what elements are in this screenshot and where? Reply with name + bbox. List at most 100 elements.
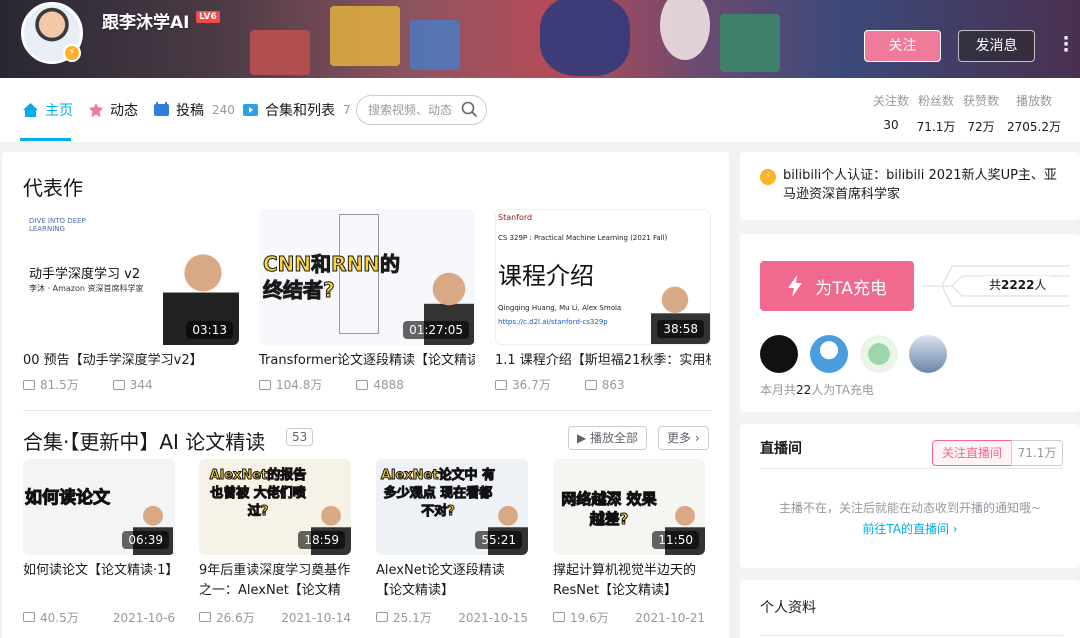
- live-room-title: 直播间: [760, 441, 802, 457]
- banner-gift-decoration: [330, 6, 400, 66]
- tab-collections-label: 合集和列表: [265, 103, 335, 119]
- video-duration: 01:27:05: [403, 321, 469, 339]
- certification-card: ⚡ bilibili个人认证：bilibili 2021新人奖UP主、亚马逊资深…: [740, 152, 1080, 220]
- lightning-icon: [788, 275, 803, 297]
- follow-button[interactable]: 关注: [864, 30, 941, 62]
- charger-avatar[interactable]: [810, 335, 848, 373]
- video-thumbnail[interactable]: AlexNet论文中 有多少观点 现在看都不对? 55:21: [376, 459, 528, 555]
- video-thumbnail[interactable]: 网络越深 效果越差? 11:50: [553, 459, 705, 555]
- divider: [760, 468, 1063, 469]
- banner-gift-decoration: [410, 20, 460, 70]
- thumb-title: 如何读论文: [25, 488, 111, 509]
- stat-plays-value: 2705.2万: [1007, 120, 1061, 134]
- section-divider: [23, 410, 712, 411]
- stat-following[interactable]: 关注数 30: [872, 92, 910, 132]
- tab-home[interactable]: 主页: [22, 100, 73, 120]
- profile-info-title: 个人资料: [760, 600, 816, 616]
- more-button[interactable]: 更多 ›: [658, 426, 709, 450]
- live-status-text: 主播不在，关注后就能在动态收到开播的通知哦~: [778, 501, 1042, 515]
- collection-title[interactable]: 合集·【更新中】AI 论文精读: [23, 426, 265, 455]
- publish-date: 2021-10-6: [112, 610, 175, 625]
- video-title[interactable]: 1.1 课程介绍【斯坦福21秋季：实用机器: [495, 353, 711, 369]
- view-count: 19.6万: [570, 611, 609, 625]
- charge-button[interactable]: 为TA充电: [760, 261, 914, 311]
- charge-total-suffix: 人: [1034, 278, 1047, 292]
- tab-dynamics-label: 动态: [110, 103, 138, 119]
- play-count-icon: [495, 379, 507, 390]
- thumb-title: 动手学深度学习 v2: [29, 267, 141, 282]
- video-card[interactable]: CNN和RNN的终结者? 01:27:05 Transformer论文逐段精读【…: [259, 209, 475, 393]
- charge-button-label: 为TA充电: [815, 278, 887, 299]
- video-title[interactable]: 00 预告【动手学深度学习v2】: [23, 353, 239, 369]
- banner-gift-decoration: [720, 14, 780, 72]
- verified-icon: ⚡: [760, 169, 776, 185]
- danmaku-count: 4888: [373, 377, 404, 392]
- charge-total-count: 2222: [1001, 278, 1035, 292]
- thumb-title: 课程介绍: [498, 262, 594, 290]
- video-card[interactable]: Stanford CS 329P : Practical Machine Lea…: [495, 209, 711, 393]
- tab-collections[interactable]: 合集和列表 7: [242, 100, 351, 120]
- collection-count-badge: 53: [286, 428, 314, 446]
- goto-live-label: 前往TA的直播间: [862, 522, 949, 536]
- video-card[interactable]: DIVE INTO DEEP LEARNING 动手学深度学习 v2 李沐 · …: [23, 209, 239, 393]
- profile-info-card: 个人资料: [740, 580, 1080, 638]
- main-content-card: 代表作 DIVE INTO DEEP LEARNING 动手学深度学习 v2 李…: [2, 152, 729, 638]
- video-thumbnail[interactable]: Stanford CS 329P : Practical Machine Lea…: [495, 209, 711, 345]
- thumb-logo: DIVE INTO DEEP LEARNING: [29, 217, 86, 233]
- search-placeholder: 搜索视频、动态: [368, 103, 453, 117]
- video-thumbnail[interactable]: AlexNet的报告 也曾被 大佬们喷过? 18:59: [199, 459, 351, 555]
- more-options-icon[interactable]: · · ·: [1062, 30, 1070, 60]
- stat-likes-value: 72万: [967, 120, 995, 134]
- video-title[interactable]: 9年后重读深度学习奠基作之一：AlexNet【论文精读·2】: [199, 561, 351, 601]
- collection-video-card[interactable]: AlexNet论文中 有多少观点 现在看都不对? 55:21 AlexNet论文…: [376, 459, 528, 626]
- charger-avatar[interactable]: [860, 335, 898, 373]
- search-input[interactable]: 搜索视频、动态: [356, 95, 487, 125]
- video-duration: 18:59: [298, 531, 345, 549]
- danmaku-count: 344: [129, 377, 153, 392]
- tab-collections-count: 7: [343, 103, 351, 117]
- video-duration: 38:58: [657, 320, 704, 338]
- collection-video-card[interactable]: 如何读论文 06:39 如何读论文【论文精读·1】 40.5万 2021-10-…: [23, 459, 175, 626]
- dynamics-icon: [89, 103, 103, 117]
- more-label: 更多: [667, 431, 692, 445]
- charge-total: 共2222人: [985, 276, 1051, 293]
- stat-fans[interactable]: 粉丝数 71.1万: [916, 92, 956, 135]
- play-all-button[interactable]: ▶ 播放全部: [568, 426, 648, 450]
- goto-live-link[interactable]: 前往TA的直播间 ›: [740, 520, 1080, 537]
- video-thumbnail[interactable]: CNN和RNN的终结者? 01:27:05: [259, 209, 475, 345]
- video-thumbnail[interactable]: 如何读论文 06:39: [23, 459, 175, 555]
- video-duration: 06:39: [122, 531, 169, 549]
- video-meta: 36.7万 863: [495, 376, 711, 393]
- video-meta: 81.5万 344: [23, 376, 239, 393]
- stat-fans-label: 粉丝数: [917, 94, 954, 108]
- collection-video-card[interactable]: AlexNet的报告 也曾被 大佬们喷过? 18:59 9年后重读深度学习奠基作…: [199, 459, 351, 626]
- message-button[interactable]: 发消息: [958, 30, 1035, 62]
- danmaku-icon: [112, 379, 125, 390]
- tab-dynamics[interactable]: 动态: [88, 100, 138, 120]
- username: 跟李沐学AI: [102, 13, 190, 33]
- tab-uploads[interactable]: 投稿 240: [153, 100, 235, 120]
- view-count: 25.1万: [393, 611, 432, 625]
- search-icon[interactable]: [461, 101, 478, 118]
- view-count: 81.5万: [40, 378, 79, 392]
- active-tab-indicator: [20, 138, 71, 141]
- play-count-icon: [553, 612, 565, 622]
- video-meta: 104.8万 4888: [259, 376, 475, 393]
- video-title[interactable]: Transformer论文逐段精读【论文精读】: [259, 353, 475, 369]
- follow-live-button[interactable]: 关注直播间: [932, 440, 1012, 466]
- video-title[interactable]: 撑起计算机视觉半边天的ResNet【论文精读】: [553, 561, 705, 601]
- danmaku-count: 863: [601, 377, 625, 392]
- charger-avatar[interactable]: [760, 335, 798, 373]
- publish-date: 2021-10-14: [281, 610, 351, 625]
- charge-month-count: 22: [796, 383, 812, 397]
- video-title[interactable]: 如何读论文【论文精读·1】: [23, 561, 175, 601]
- live-follower-count: 71.1万: [1011, 440, 1063, 466]
- thumb-title: 网络越深 效果越差?: [561, 490, 657, 529]
- video-thumbnail[interactable]: DIVE INTO DEEP LEARNING 动手学深度学习 v2 李沐 · …: [23, 209, 239, 345]
- charger-avatar[interactable]: [909, 335, 947, 373]
- collection-video-card[interactable]: 网络越深 效果越差? 11:50 撑起计算机视觉半边天的ResNet【论文精读】…: [553, 459, 705, 626]
- video-title[interactable]: AlexNet论文逐段精读【论文精读】: [376, 561, 528, 601]
- thumb-link: https://c.d2l.ai/stanford-cs329p: [498, 318, 608, 326]
- thumb-course: CS 329P : Practical Machine Learning (20…: [498, 234, 668, 242]
- profile-nav-bar: 主页 动态 投稿 240 合集和列表 7 搜索视频、动态 关注数 30 粉丝数 …: [0, 78, 1080, 142]
